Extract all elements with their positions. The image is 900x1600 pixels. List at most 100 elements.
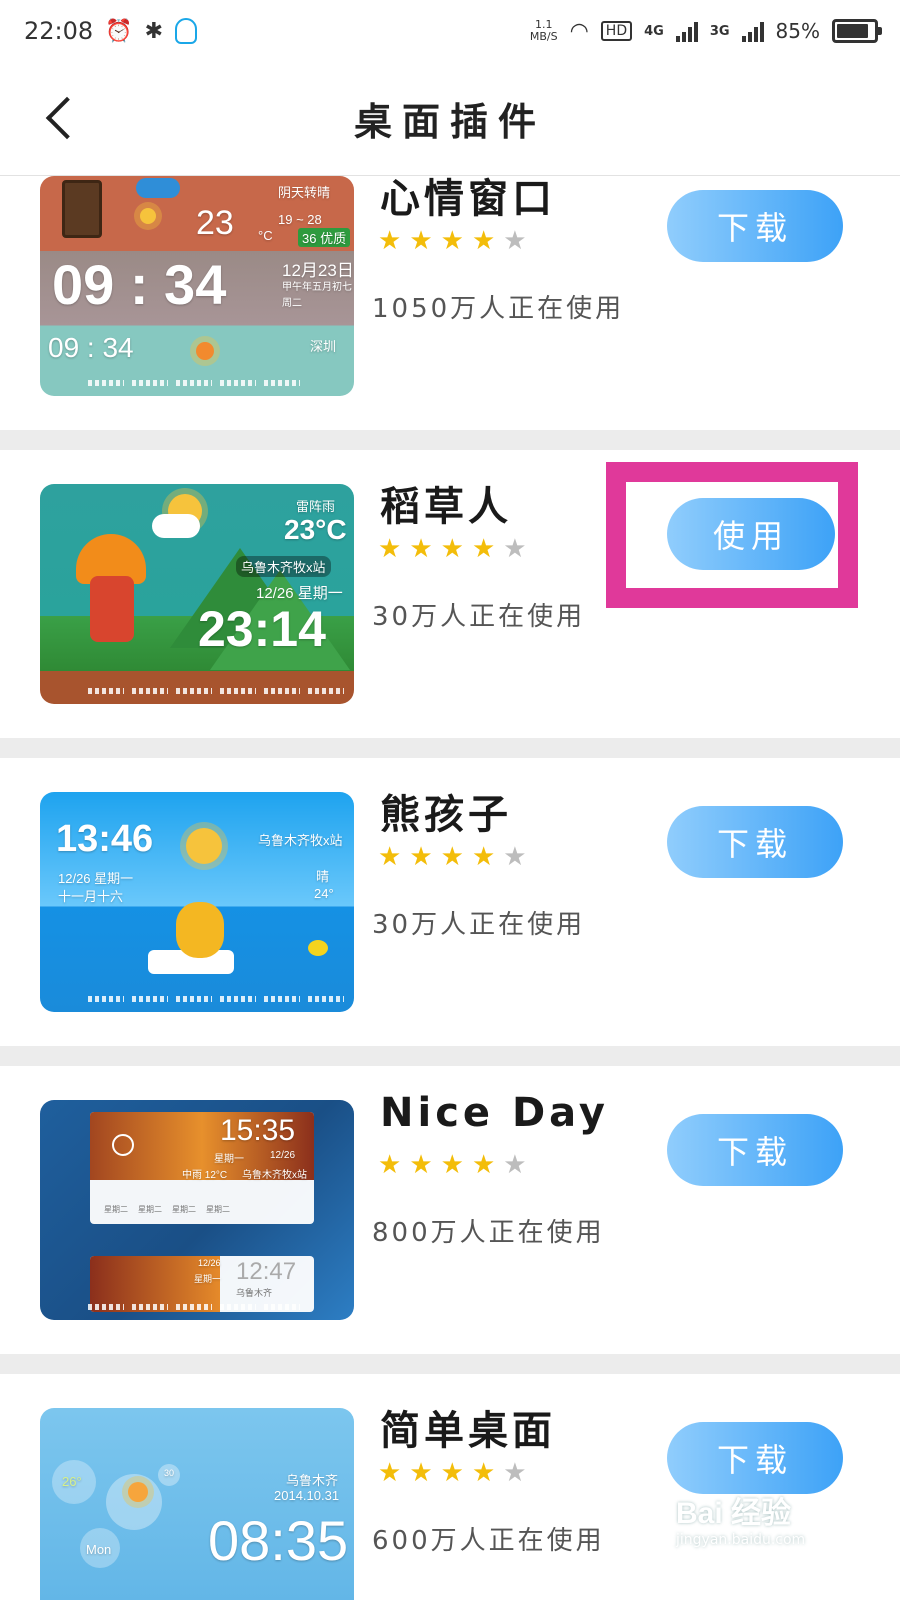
star-filled-icon: ★: [378, 534, 402, 564]
status-bar: 22:08 ⏰ ✱ 1.1 MB/S ◠ HD 4G 3G 85%: [0, 0, 900, 62]
star-empty-icon: ★: [503, 1458, 527, 1488]
rating-stars: ★ ★ ★ ★ ★: [378, 1458, 527, 1488]
download-button[interactable]: 下载: [667, 1114, 843, 1186]
sun-icon: [196, 342, 214, 360]
signal-4g-icon: [675, 20, 698, 42]
star-filled-icon: ★: [409, 226, 433, 256]
star-empty-icon: ★: [503, 842, 527, 872]
status-left: 22:08 ⏰ ✱: [24, 17, 198, 45]
page-dots: [88, 380, 300, 386]
star-filled-icon: ★: [409, 842, 433, 872]
thumb-temp-unit: °C: [258, 228, 273, 243]
widget-name: 心情窗口: [380, 176, 556, 222]
star-filled-icon: ★: [409, 534, 433, 564]
thumb-weekday-small: 星期一: [194, 1274, 222, 1284]
page-dots: [88, 1304, 300, 1310]
star-empty-icon: ★: [503, 226, 527, 256]
thumb-temp: 24°: [314, 886, 334, 901]
list-item[interactable]: 阴天转晴 23 °C 19 ~ 28 36 优质 09 : 34 12月23日 …: [0, 176, 900, 430]
thumb-date-small: 12/26: [198, 1258, 221, 1268]
page-dots: [88, 688, 344, 694]
thumb-station: 乌鲁木齐: [286, 1473, 339, 1488]
cloud-icon: [152, 514, 200, 538]
star-filled-icon: ★: [378, 1458, 402, 1488]
thumb-weather: 阴天转晴: [278, 185, 331, 200]
users-count: 30万人正在使用: [372, 910, 586, 940]
sun-icon: [128, 1482, 148, 1502]
battery-icon: [832, 19, 882, 43]
forecast-day: 星期二: [206, 1205, 230, 1214]
widget-name: 简单桌面: [380, 1408, 556, 1454]
users-count: 1050万人正在使用: [372, 294, 625, 324]
widget-list[interactable]: 阴天转晴 23 °C 19 ~ 28 36 优质 09 : 34 12月23日 …: [0, 176, 900, 1600]
thumb-station: 乌鲁木齐牧x站: [236, 556, 331, 577]
cloud-icon: [136, 178, 180, 198]
alarm-icon: ⏰: [105, 18, 133, 44]
list-item[interactable]: 13:46 乌鲁木齐牧x站 12/26 星期一 十一月十六 晴 24° 熊孩子 …: [0, 758, 900, 1046]
thumb-aqi: 36 优质: [298, 228, 351, 247]
widget-preview-image: 阴天转晴 23 °C 19 ~ 28 36 优质 09 : 34 12月23日 …: [40, 176, 354, 396]
thumb-station: 乌鲁木齐牧x站: [242, 1170, 307, 1181]
thumb-temp: 26°: [62, 1474, 82, 1489]
baidu-watermark: Bai 经验 jingyan.baidu.com: [676, 1488, 876, 1558]
widget-name: 熊孩子: [380, 792, 512, 838]
list-item[interactable]: 15:35 星期一 12/26 中雨 12°C 乌鲁木齐牧x站 星期二 星期二 …: [0, 1066, 900, 1354]
flower-icon: [140, 208, 156, 224]
forecast-day: 星期二: [104, 1205, 128, 1214]
star-filled-icon: ★: [409, 1150, 433, 1180]
rating-stars: ★ ★ ★ ★ ★: [378, 226, 527, 256]
widget-name: 稻草人: [380, 484, 512, 530]
watermark-main: Bai 经验: [676, 1497, 792, 1530]
watermark-sub: jingyan.baidu.com: [676, 1532, 806, 1548]
thumb-time: 09 : 34: [52, 253, 227, 316]
star-filled-icon: ★: [471, 226, 496, 256]
thumb-lunar: 甲午年五月初七: [282, 282, 352, 293]
sun-icon: [112, 1134, 134, 1156]
bear-character: [176, 902, 224, 958]
thumb-range: 19 ~ 28: [278, 212, 322, 227]
thumb-date: 12/26: [270, 1150, 296, 1161]
thumb-temp: 23: [196, 204, 234, 242]
users-count: 800万人正在使用: [372, 1218, 605, 1248]
thumb-time: 13:46: [56, 818, 154, 860]
back-button[interactable]: [32, 90, 89, 146]
widget-preview-image: 15:35 星期一 12/26 中雨 12°C 乌鲁木齐牧x站 星期二 星期二 …: [40, 1100, 354, 1320]
download-button[interactable]: 下载: [667, 1422, 843, 1494]
thumb-badge: 30: [164, 1468, 175, 1478]
forecast-day: 星期二: [172, 1205, 196, 1214]
network-4g-label: 4G: [644, 23, 664, 39]
star-filled-icon: ★: [471, 842, 496, 872]
thumb-temp: 23°C: [284, 514, 347, 545]
thumb-day: Mon: [86, 1542, 112, 1557]
network-speed-unit: MB/S: [529, 30, 558, 43]
battery-percent: 85%: [775, 19, 820, 43]
forecast-day: 星期二: [138, 1205, 162, 1214]
download-button[interactable]: 下载: [667, 190, 843, 262]
thumb-time-small: 09 : 34: [48, 332, 134, 363]
users-count: 30万人正在使用: [372, 602, 586, 632]
star-filled-icon: ★: [440, 1458, 464, 1488]
thumb-station-small: 乌鲁木齐: [236, 1288, 273, 1298]
rating-stars: ★ ★ ★ ★ ★: [378, 534, 527, 564]
thumb-weather: 中雨 12°C: [182, 1170, 228, 1181]
star-filled-icon: ★: [378, 226, 402, 256]
hd-badge: HD: [600, 21, 633, 41]
thumb-station: 乌鲁木齐牧x站: [258, 833, 343, 848]
chevron-left-icon: [45, 96, 89, 140]
battery-fill: [837, 24, 868, 38]
list-item[interactable]: 26° 30 Mon 乌鲁木齐 2014.10.31 08:35 简单桌面 ★ ★…: [0, 1374, 900, 1600]
status-time: 22:08: [24, 17, 94, 45]
thumb-time: 15:35: [220, 1114, 296, 1147]
signal-3g-icon: [741, 20, 764, 42]
network-speed: 1.1 MB/S: [530, 19, 558, 43]
users-count: 600万人正在使用: [372, 1526, 605, 1556]
star-filled-icon: ★: [378, 842, 402, 872]
thumb-weekday: 周二: [282, 298, 302, 309]
weather-card: 15:35 星期一 12/26 中雨 12°C 乌鲁木齐牧x站 星期二 星期二 …: [90, 1112, 314, 1224]
star-empty-icon: ★: [503, 534, 527, 564]
network-3g-label: 3G: [709, 23, 730, 39]
download-button[interactable]: 下载: [667, 806, 843, 878]
star-filled-icon: ★: [471, 1458, 496, 1488]
thumb-lunar: 十一月十六: [58, 889, 124, 904]
bluetooth-icon: ✱: [144, 18, 164, 44]
